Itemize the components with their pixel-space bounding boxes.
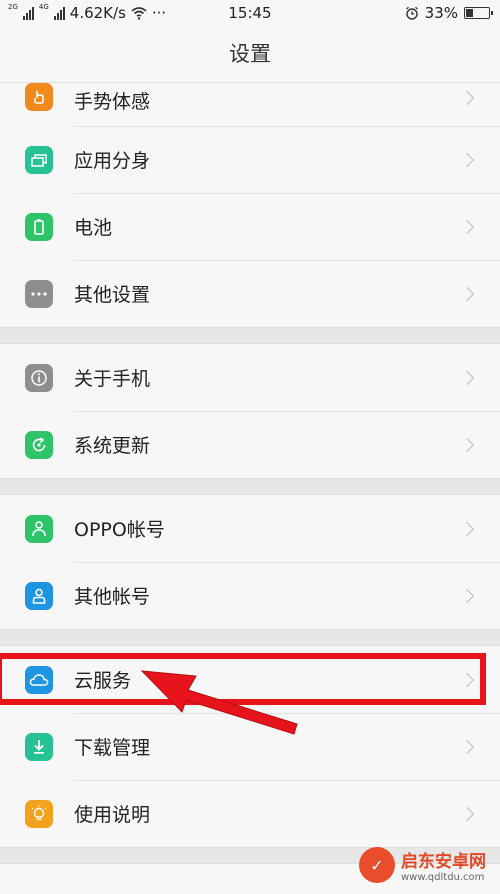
watermark: ✓ 启东安卓网 www.qdltdu.com xyxy=(359,847,486,883)
annotation-arrow xyxy=(140,670,298,735)
watermark-logo-icon: ✓ xyxy=(359,847,395,883)
watermark-url: www.qdltdu.com xyxy=(401,872,485,883)
watermark-title: 启东安卓网 xyxy=(401,852,486,872)
